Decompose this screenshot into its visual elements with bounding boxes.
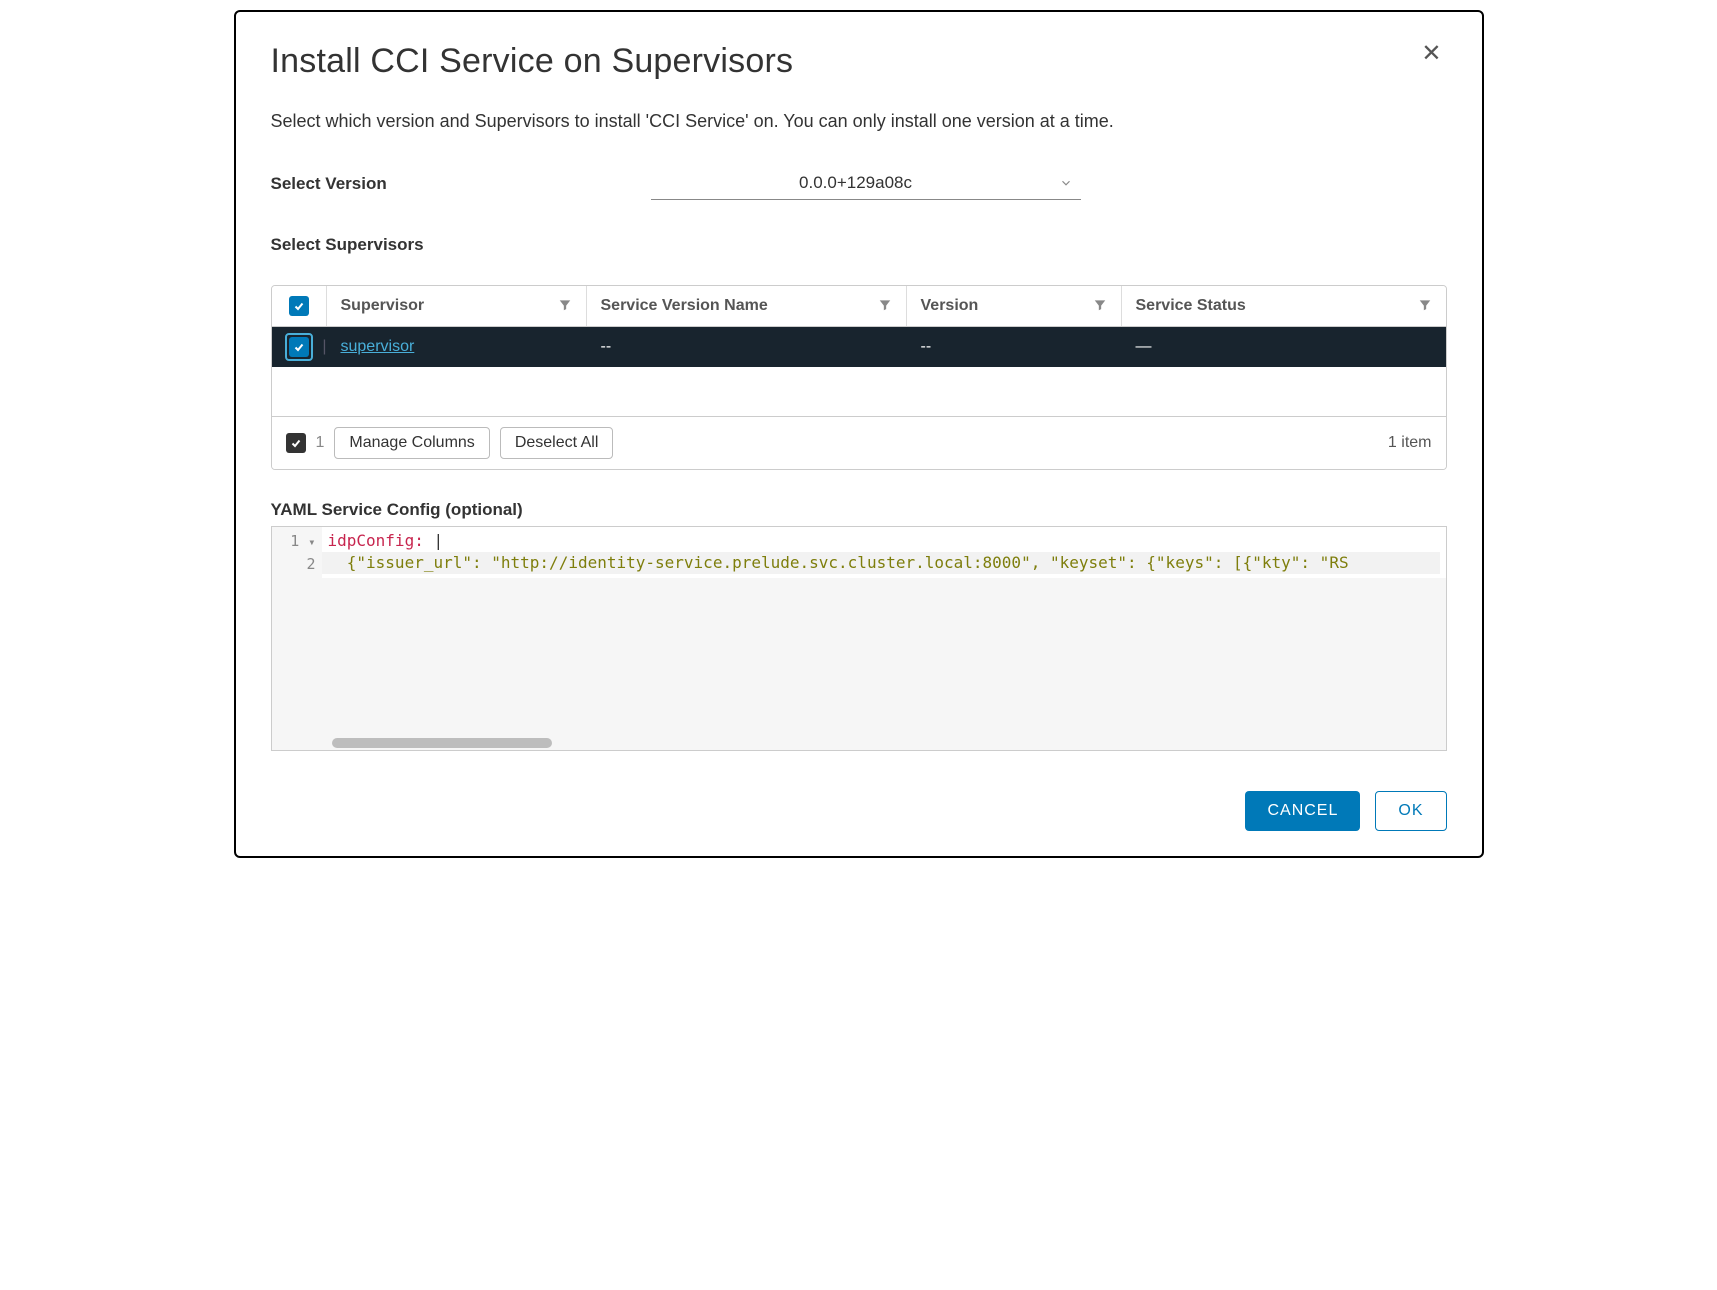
col-version[interactable]: Version — [907, 286, 1122, 326]
table-footer: 1 Manage Columns Deselect All 1 item — [272, 417, 1446, 469]
filter-icon[interactable] — [558, 298, 572, 315]
col-supervisor-label: Supervisor — [341, 297, 425, 315]
yaml-label: YAML Service Config (optional) — [271, 500, 1447, 520]
col-svcname-label: Service Version Name — [601, 297, 768, 315]
row-svc-version-name: -- — [587, 330, 907, 364]
select-all-checkbox[interactable] — [289, 296, 309, 316]
table-empty-pad — [272, 367, 1446, 417]
version-select-value[interactable] — [651, 167, 1081, 200]
col-status-label: Service Status — [1136, 297, 1246, 315]
dialog-description: Select which version and Supervisors to … — [271, 111, 1447, 132]
col-version-label: Version — [921, 297, 979, 315]
selected-count: 1 — [316, 434, 325, 452]
row-checkbox[interactable] — [289, 337, 309, 357]
footer-left: 1 Manage Columns Deselect All — [286, 427, 614, 459]
row-checkbox-cell: | — [272, 325, 327, 369]
horizontal-scrollbar[interactable] — [332, 738, 552, 748]
filter-icon[interactable] — [1418, 298, 1432, 315]
col-service-status[interactable]: Service Status — [1122, 286, 1446, 326]
col-supervisor[interactable]: Supervisor — [327, 286, 587, 326]
footer-select-indicator[interactable] — [286, 433, 306, 453]
ok-button[interactable]: OK — [1375, 791, 1446, 831]
row-version: -- — [907, 330, 1122, 364]
supervisors-table: Supervisor Service Version Name Version … — [271, 285, 1447, 470]
supervisors-label: Select Supervisors — [271, 235, 1447, 255]
install-dialog: Install CCI Service on Supervisors ✕ Sel… — [234, 10, 1484, 858]
yaml-gutter: 1 ▾ 2 — [272, 527, 322, 578]
header-checkbox-cell — [272, 286, 327, 326]
close-icon[interactable]: ✕ — [1416, 42, 1446, 66]
table-head: Supervisor Service Version Name Version … — [272, 286, 1446, 327]
col-service-version-name[interactable]: Service Version Name — [587, 286, 907, 326]
version-row: Select Version — [271, 167, 1447, 200]
dialog-header: Install CCI Service on Supervisors ✕ — [271, 42, 1447, 81]
dialog-title: Install CCI Service on Supervisors — [271, 42, 794, 81]
manage-columns-button[interactable]: Manage Columns — [334, 427, 489, 459]
dialog-footer: CANCEL OK — [271, 791, 1447, 831]
row-status: — — [1122, 330, 1446, 364]
row-supervisor-name: supervisor — [327, 330, 587, 364]
yaml-editor[interactable]: 1 ▾ 2 idpConfig: | {"issuer_url": "http:… — [271, 526, 1447, 751]
table-row[interactable]: | supervisor -- -- — — [272, 327, 1446, 367]
yaml-content[interactable]: idpConfig: | {"issuer_url": "http://iden… — [322, 527, 1446, 578]
filter-icon[interactable] — [1093, 298, 1107, 315]
deselect-all-button[interactable]: Deselect All — [500, 427, 614, 459]
version-select[interactable] — [651, 167, 1081, 200]
version-label: Select Version — [271, 174, 651, 194]
filter-icon[interactable] — [878, 298, 892, 315]
supervisor-link[interactable]: supervisor — [341, 338, 415, 355]
cancel-button[interactable]: CANCEL — [1245, 791, 1360, 831]
item-count: 1 item — [1388, 434, 1432, 452]
